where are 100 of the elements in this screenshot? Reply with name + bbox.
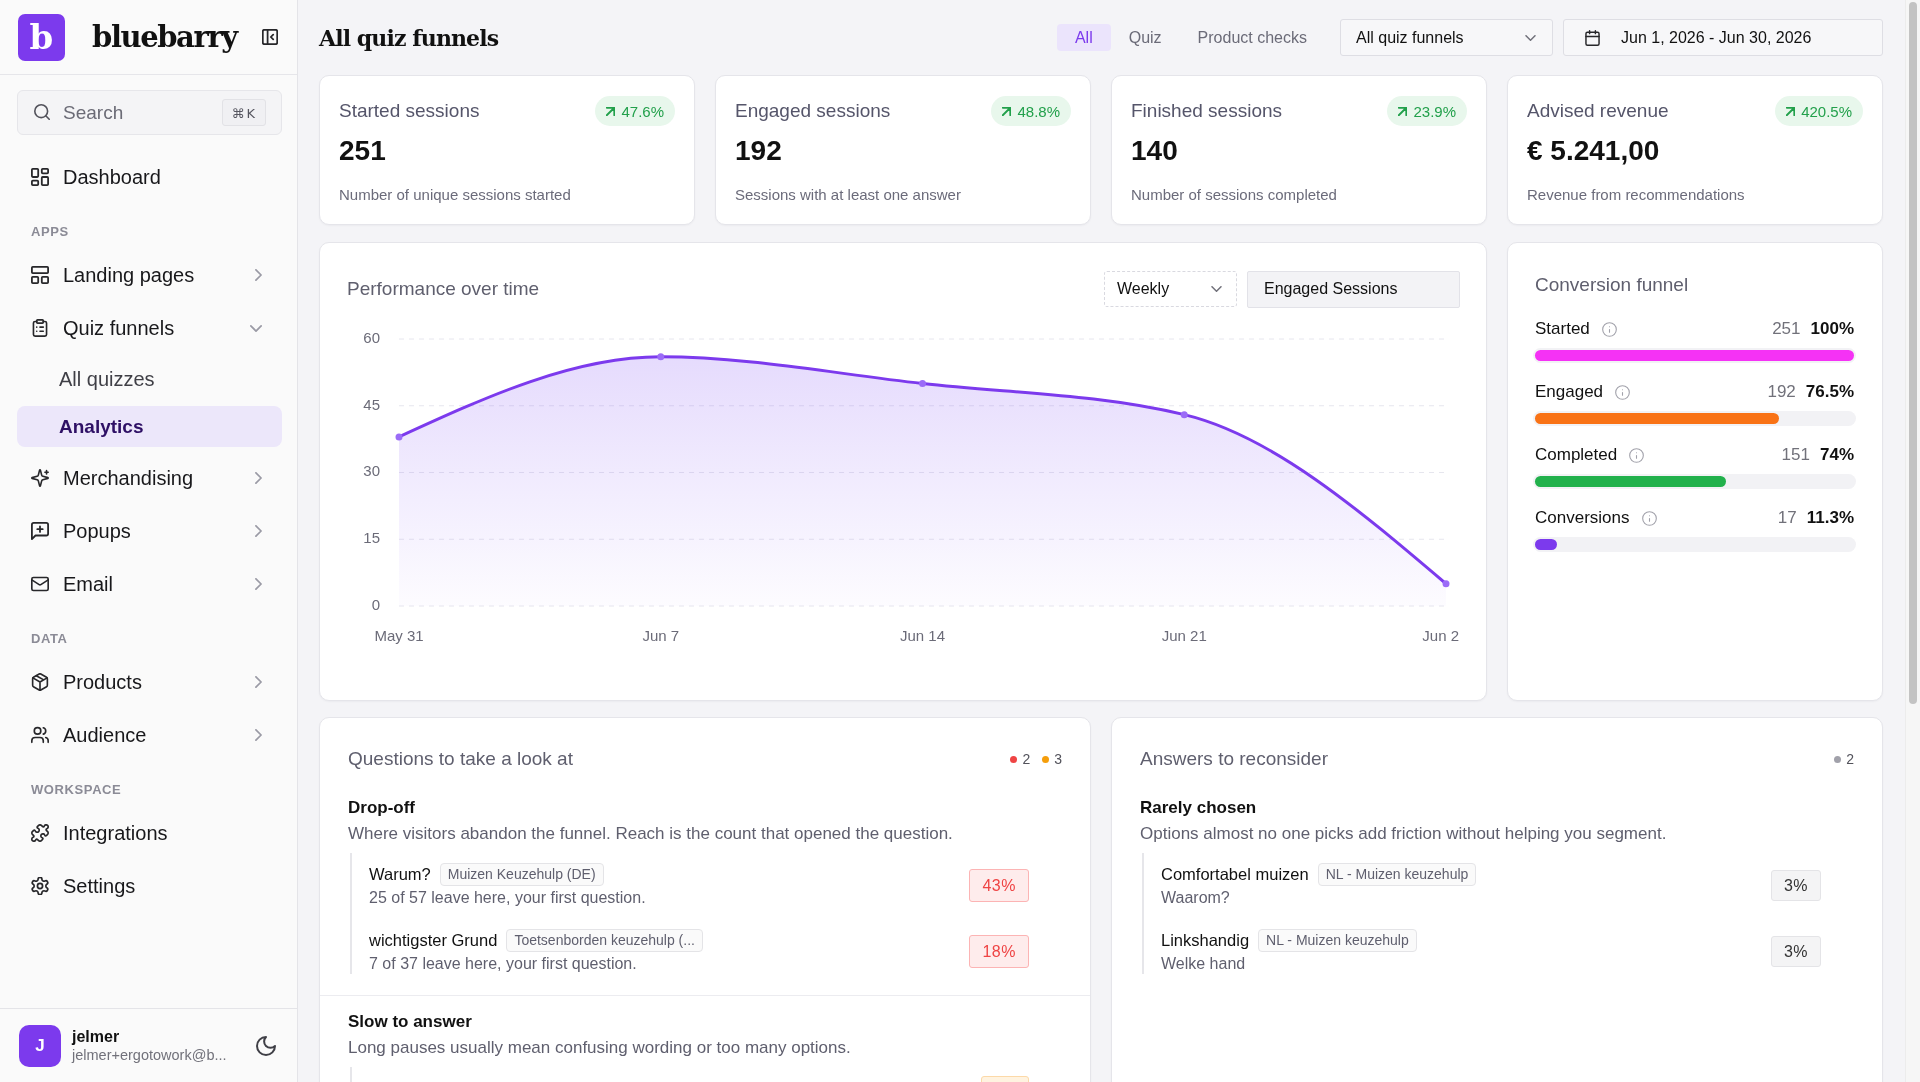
chat-plus-icon: [31, 522, 49, 540]
funnel-tag: NL - Muizen keuzehulp: [1317, 862, 1477, 886]
chevron-down-icon: [1525, 34, 1536, 41]
moon-icon[interactable]: [256, 1035, 276, 1056]
stat-title: Finished sessions: [1131, 100, 1283, 122]
sidebar-item[interactable]: Merchandising: [17, 456, 282, 500]
item-name: wichtigster Grund: [369, 930, 498, 950]
card-title: Conversion funnel: [1535, 274, 1689, 296]
percentage-badge: 3%: [1770, 869, 1821, 901]
arrow-up-right-icon: [1002, 106, 1012, 116]
step-label: Started: [1535, 319, 1590, 339]
filter-tab[interactable]: Quiz: [1110, 24, 1180, 51]
axis-label: 30: [363, 462, 380, 480]
percentage-badge: 43%: [969, 868, 1029, 902]
section-description: Options almost no one picks add friction without helping you segment.: [1140, 823, 1667, 845]
axis-label: 15: [363, 529, 380, 547]
info-icon: [1601, 321, 1617, 337]
axis-label: 0: [371, 595, 380, 613]
stat-description: Sessions with at least one answer: [735, 186, 961, 204]
card-title: Questions to take a look at: [348, 748, 573, 770]
step-percent: 100%: [1810, 319, 1854, 339]
user-name: jelmer: [72, 1027, 120, 1046]
brand-name: bluebarry: [92, 20, 237, 54]
count-label: 3: [1054, 751, 1062, 767]
step-percent: 11.3%: [1806, 508, 1854, 528]
panel-left-icon[interactable]: [262, 29, 278, 45]
change-percent: 48.8%: [1017, 102, 1060, 120]
stat-title: Engaged sessions: [735, 100, 891, 122]
calendar-icon: [1585, 29, 1600, 46]
layout-icon: [31, 266, 49, 284]
item-detail: 25 of 57 leave here, your first question.: [369, 888, 646, 908]
stat-value: 140: [1131, 134, 1178, 168]
metric-button[interactable]: Engaged Sessions: [1247, 270, 1460, 308]
axis-label: Jun 14: [900, 626, 945, 644]
axis-label: Jun 21: [1161, 626, 1207, 644]
sidebar-subitem[interactable]: All quizzes: [17, 359, 282, 400]
funnel-dropdown[interactable]: All quiz funnels: [1340, 19, 1553, 56]
step-label: Conversions: [1535, 508, 1630, 528]
sidebar-item[interactable]: Dashboard: [17, 155, 282, 199]
step-label: Engaged: [1535, 382, 1604, 402]
settings-icon: [31, 877, 49, 895]
arrow-up-right-icon: [1398, 106, 1408, 116]
shortcut-key: ⌘K: [222, 99, 266, 126]
sidebar-item[interactable]: Email: [17, 562, 282, 606]
percentage-badge: 18%: [969, 934, 1029, 968]
axis-label: 45: [363, 395, 380, 413]
section-heading: DATA: [31, 631, 68, 647]
section-description: Where visitors abandon the funnel. Reach is the count that opened the question.: [348, 823, 953, 845]
grid-icon: [31, 168, 49, 186]
item-name: Warum?: [369, 864, 431, 884]
mail-icon: [31, 575, 49, 593]
filter-tab[interactable]: Product checks: [1179, 24, 1325, 51]
item-name: Linkshandig: [1161, 930, 1250, 950]
stat-value: 251: [339, 134, 386, 168]
search-icon: [34, 104, 50, 120]
data-point: [919, 380, 926, 387]
section-heading: APPS: [31, 224, 69, 240]
axis-label: Jun 2: [1422, 626, 1459, 644]
data-point: [1442, 580, 1450, 588]
sidebar-item[interactable]: Products: [17, 660, 282, 704]
item-name: Comfortabel muizen: [1161, 864, 1309, 884]
sparkles-icon: [31, 469, 49, 487]
section-title: Drop-off: [348, 799, 416, 817]
filter-tab[interactable]: All: [1056, 24, 1111, 51]
arrow-up-right-icon: [1786, 106, 1796, 116]
stat-title: Started sessions: [339, 100, 480, 122]
users-icon: [31, 726, 49, 744]
stat-value: € 5.241,00: [1527, 134, 1660, 168]
item-detail: Welke hand: [1161, 954, 1246, 974]
step-label: Completed: [1535, 445, 1618, 465]
item-detail: Waarom?: [1161, 888, 1230, 908]
sidebar-item[interactable]: Popups: [17, 509, 282, 553]
section-description: Long pauses usually mean confusing wording or too many options.: [348, 1037, 851, 1059]
sidebar-subitem[interactable]: Analytics: [17, 406, 282, 447]
data-point: [657, 353, 665, 361]
step-percent: 74%: [1819, 445, 1854, 465]
card-title: Answers to reconsider: [1140, 748, 1328, 770]
date-range-button[interactable]: Jun 1, 2026 - Jun 30, 2026: [1563, 19, 1883, 56]
info-icon: [1615, 384, 1631, 400]
sidebar-item[interactable]: Quiz funnels: [17, 306, 282, 350]
count-label: 2: [1022, 751, 1031, 767]
scrollbar-thumb[interactable]: [1909, 2, 1917, 704]
clipboard-icon: [31, 319, 49, 337]
funnel-tag: Toetsenborden keuzehulp (...: [506, 928, 703, 952]
change-percent: 23.9%: [1413, 102, 1456, 120]
stat-description: Number of unique sessions started: [339, 186, 571, 204]
data-point: [1180, 411, 1188, 419]
step-count: 17: [1777, 508, 1797, 528]
info-icon: [1641, 510, 1657, 526]
sidebar-item[interactable]: Integrations: [17, 811, 282, 855]
sidebar-item[interactable]: Landing pages: [17, 253, 282, 297]
sidebar-item[interactable]: Settings: [17, 864, 282, 908]
sidebar-item[interactable]: Audience: [17, 713, 282, 757]
period-dropdown[interactable]: Weekly: [1104, 271, 1237, 307]
stat-value: 192: [735, 134, 782, 168]
funnel-tag: Muizen Keuzehulp (DE): [439, 862, 604, 886]
logo: b: [18, 13, 65, 61]
axis-label: Jun 7: [642, 626, 680, 644]
section-title: Rarely chosen: [1140, 799, 1257, 817]
avatar: J: [19, 1024, 61, 1067]
